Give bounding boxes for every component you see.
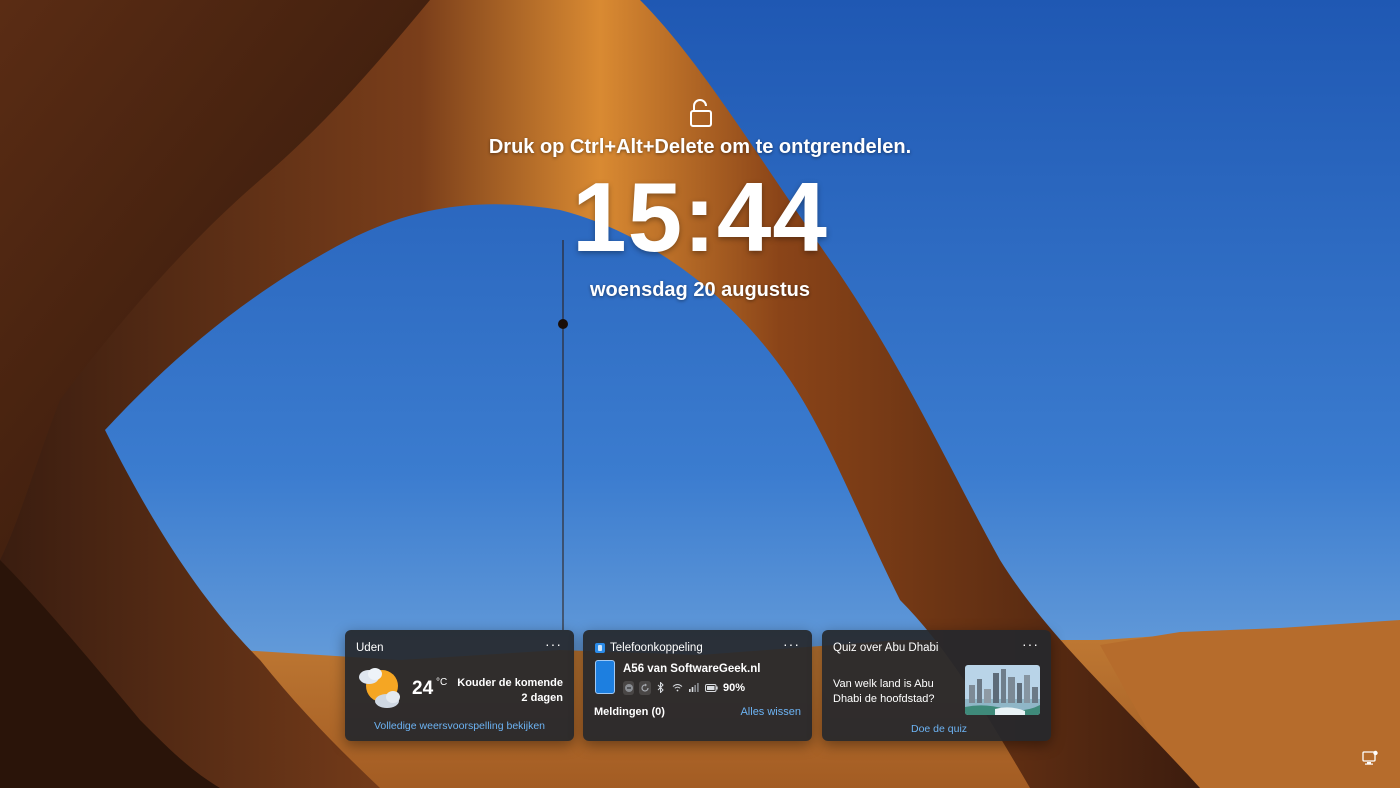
phone-link-title: Telefoonkoppeling xyxy=(610,642,703,654)
quiz-title: Quiz over Abu Dhabi xyxy=(833,642,939,654)
phone-battery-percent: 90% xyxy=(722,681,745,694)
clear-all-link[interactable]: Alles wissen xyxy=(740,706,801,718)
phone-notifications-label: Meldingen (0) xyxy=(594,706,665,718)
unlock-icon xyxy=(690,99,712,127)
phone-more-button[interactable]: ··· xyxy=(783,636,800,652)
partly-cloudy-icon xyxy=(359,668,400,708)
weather-widget[interactable]: Uden ··· 24 °C Kouder de komende 2 dagen… xyxy=(345,630,574,741)
lock-clock: 15:44 xyxy=(572,162,828,272)
weather-forecast-line1: Kouder de komende xyxy=(457,677,563,689)
unlock-hint: Druk op Ctrl+Alt+Delete om te ontgrendel… xyxy=(488,136,912,158)
wifi-icon xyxy=(672,681,683,695)
weather-forecast-line2: 2 dagen xyxy=(521,692,563,704)
battery-icon xyxy=(704,681,718,695)
weather-forecast: Kouder de komende 2 dagen xyxy=(453,676,563,706)
bluetooth-icon xyxy=(656,681,667,695)
quiz-question: Van welk land is Abu Dhabi de hoofdstad? xyxy=(833,678,935,705)
phone-link-app-icon xyxy=(595,643,605,653)
quiz-more-button[interactable]: ··· xyxy=(1022,636,1039,652)
weather-more-button[interactable]: ··· xyxy=(545,636,562,652)
phone-device-icon xyxy=(595,660,615,694)
sync-icon[interactable] xyxy=(639,680,651,695)
quiz-widget[interactable]: Quiz over Abu Dhabi ··· Van welk land is… xyxy=(822,630,1051,741)
take-quiz-link[interactable]: Doe de quiz xyxy=(911,723,967,735)
phone-status-bar: 90% xyxy=(623,679,745,696)
lock-date: woensdag 20 augustus xyxy=(589,279,811,301)
phone-device-name: A56 van SoftwareGeek.nl xyxy=(623,663,761,675)
weather-temperature: 24 xyxy=(412,678,434,699)
signal-icon xyxy=(689,681,700,695)
abu-dhabi-skyline-image xyxy=(965,665,1040,715)
network-icon[interactable] xyxy=(1361,749,1379,767)
phone-link-widget[interactable]: Telefoonkoppeling ··· A56 van SoftwareGe… xyxy=(583,630,812,741)
weather-unit: °C xyxy=(436,677,448,688)
weather-forecast-link[interactable]: Volledige weersvoorspelling bekijken xyxy=(345,720,574,732)
weather-location: Uden xyxy=(356,642,384,654)
do-not-disturb-icon[interactable] xyxy=(623,680,635,695)
